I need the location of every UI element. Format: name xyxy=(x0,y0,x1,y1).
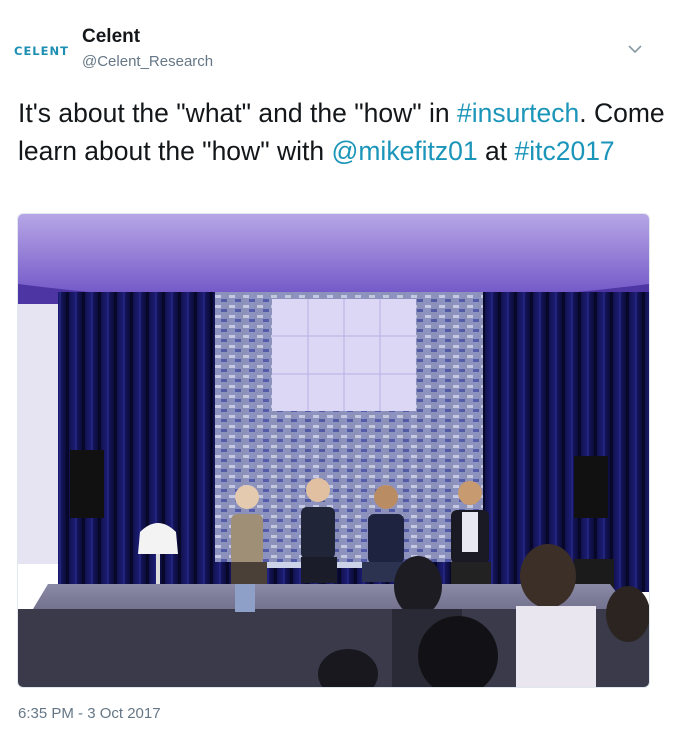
tweet-text: It's about the "what" and the "how" in #… xyxy=(18,94,668,170)
conference-panel-photo xyxy=(18,214,649,687)
chevron-down-icon xyxy=(628,45,642,54)
tweet-photo[interactable] xyxy=(17,213,650,688)
author-handle[interactable]: @Celent_Research xyxy=(82,53,213,70)
hashtag-link[interactable]: #itc2017 xyxy=(514,136,614,166)
mention-link[interactable]: @mikefitz01 xyxy=(331,136,477,166)
author-display-name[interactable]: Celent xyxy=(82,26,140,48)
hashtag-link[interactable]: #insurtech xyxy=(457,98,579,128)
tweet-text-part: at xyxy=(477,136,515,166)
tweet-text-part: It's about the "what" and the "how" in xyxy=(18,98,457,128)
avatar-logo-text: CELENT xyxy=(14,44,69,58)
tweet-timestamp[interactable]: 6:35 PM - 3 Oct 2017 xyxy=(18,705,161,722)
avatar[interactable]: CELENT xyxy=(14,40,70,62)
tweet-menu-button[interactable] xyxy=(624,40,646,58)
